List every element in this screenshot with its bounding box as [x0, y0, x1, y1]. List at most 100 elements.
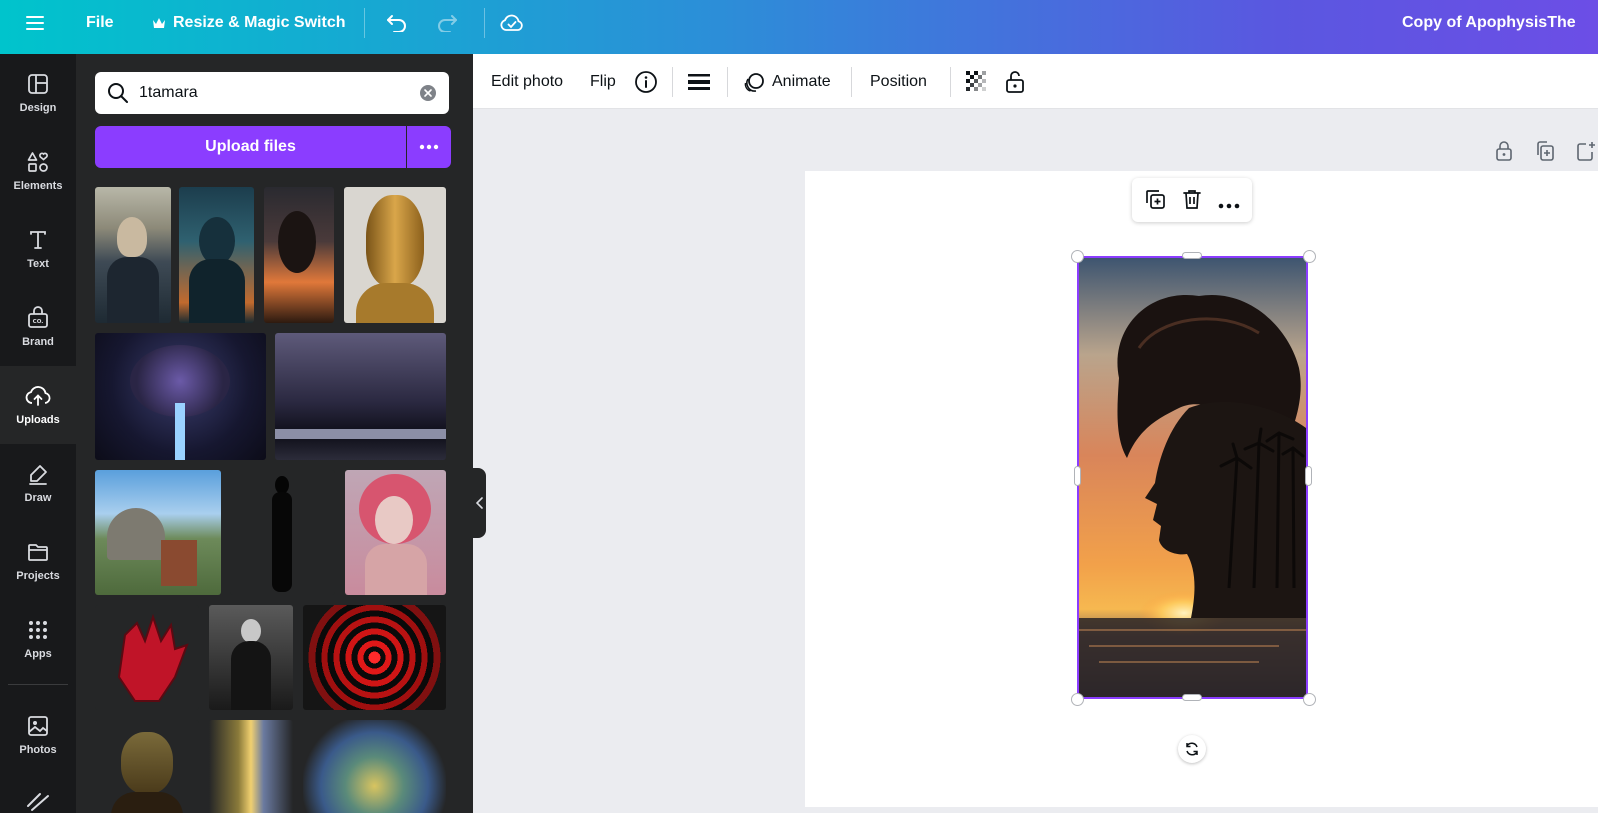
upload-thumbnail[interactable] — [275, 333, 446, 460]
upload-thumbnail[interactable] — [95, 605, 199, 710]
lock-button[interactable] — [1005, 54, 1025, 109]
upload-more-options-button[interactable] — [407, 126, 451, 168]
rail-item-photos[interactable]: Photos — [0, 696, 76, 774]
upload-thumbnail[interactable] — [303, 605, 446, 710]
upload-files-button[interactable]: Upload files — [95, 126, 406, 168]
collapse-panel-button[interactable] — [473, 468, 486, 538]
search-icon — [108, 83, 128, 103]
topbar-divider — [484, 8, 485, 38]
animate-label: Animate — [772, 72, 831, 90]
rail-item-label: Text — [27, 258, 49, 270]
file-menu-label: File — [86, 14, 114, 31]
upload-thumbnail[interactable] — [95, 470, 221, 595]
redo-icon — [438, 15, 457, 32]
upload-thumbnail[interactable] — [345, 470, 446, 595]
rail-item-apps[interactable]: Apps — [0, 600, 76, 678]
resize-handle-left[interactable] — [1074, 466, 1081, 486]
upload-thumbnail[interactable] — [344, 187, 446, 323]
main-menu-button[interactable] — [26, 0, 46, 46]
rail-item-elements[interactable]: Elements — [0, 132, 76, 210]
resize-handle-top[interactable] — [1182, 252, 1202, 259]
chevron-left-icon — [475, 497, 483, 509]
folder-icon — [28, 544, 48, 561]
rail-item-label: Photos — [19, 744, 57, 756]
resize-handle-bottom-left[interactable] — [1071, 693, 1084, 706]
rail-item-projects[interactable]: Projects — [0, 522, 76, 600]
edit-photo-button[interactable]: Edit photo — [491, 54, 563, 109]
upload-thumbnail[interactable] — [264, 187, 334, 323]
search-box[interactable]: 1tamara — [95, 72, 449, 114]
resize-magic-switch-label: Resize & Magic Switch — [173, 14, 346, 31]
elements-icon — [27, 152, 48, 172]
hamburger-icon — [26, 16, 44, 30]
upload-thumbnail[interactable] — [95, 187, 171, 323]
upload-thumbnail[interactable] — [209, 720, 293, 813]
file-menu-button[interactable]: File — [86, 0, 114, 46]
rail-item-design[interactable]: Design — [0, 54, 76, 132]
left-rail: Design Elements Text CO. Brand Uploads D… — [0, 54, 76, 813]
topbar-divider — [364, 8, 365, 38]
top-bar: File Resize & Magic Switch Copy of Apoph… — [0, 0, 1598, 54]
rail-item-label: Brand — [22, 336, 54, 348]
animate-button[interactable]: Animate — [743, 54, 831, 109]
rail-item-label: Elements — [13, 180, 63, 192]
photos-icon — [28, 716, 48, 736]
brand-icon: CO. — [28, 306, 48, 328]
info-button[interactable] — [634, 54, 658, 109]
draw-icon — [29, 465, 47, 485]
rail-item-draw[interactable]: Draw — [0, 444, 76, 522]
rail-item-brand[interactable]: CO. Brand — [0, 288, 76, 366]
resize-handle-top-left[interactable] — [1071, 250, 1084, 263]
rail-item-uploads[interactable]: Uploads — [0, 366, 76, 444]
redo-button[interactable] — [436, 0, 458, 46]
undo-button[interactable] — [386, 0, 408, 46]
design-icon — [28, 74, 48, 94]
resize-handle-bottom[interactable] — [1182, 694, 1202, 701]
crown-icon — [153, 18, 165, 28]
upload-cloud-icon — [25, 386, 51, 406]
rail-item-label: Uploads — [16, 414, 60, 426]
flip-button[interactable]: Flip — [590, 54, 616, 109]
lock-open-icon — [1006, 70, 1024, 93]
upload-thumbnail[interactable] — [95, 333, 266, 460]
search-input[interactable]: 1tamara — [139, 84, 198, 102]
rail-more-icon[interactable] — [26, 792, 50, 813]
upload-thumbnail[interactable] — [230, 470, 335, 595]
transparency-checker-icon — [966, 70, 986, 91]
duplicate-page-icon — [1537, 141, 1554, 161]
transparency-button[interactable] — [966, 54, 988, 109]
selected-photo[interactable] — [1077, 256, 1308, 699]
element-more-button[interactable] — [1218, 196, 1240, 214]
save-status-button[interactable] — [500, 0, 524, 46]
toolbar-divider — [851, 67, 852, 97]
rotate-handle[interactable] — [1178, 735, 1206, 763]
upload-thumbnail[interactable] — [209, 605, 293, 710]
rail-item-text[interactable]: Text — [0, 210, 76, 288]
resize-handle-right[interactable] — [1305, 466, 1312, 486]
more-horizontal-icon — [419, 144, 439, 150]
upload-thumbnail[interactable] — [303, 720, 446, 813]
text-icon — [30, 231, 46, 249]
resize-magic-switch-button[interactable]: Resize & Magic Switch — [152, 0, 346, 46]
rail-item-label: Projects — [16, 570, 60, 582]
clear-search-icon[interactable] — [419, 84, 437, 102]
rail-item-label: Draw — [24, 492, 52, 504]
more-horizontal-icon — [1218, 203, 1240, 209]
add-page-button[interactable] — [1576, 140, 1596, 167]
upload-thumbnail[interactable] — [95, 720, 199, 813]
duplicate-page-button[interactable] — [1535, 140, 1555, 167]
page-lock-button[interactable] — [1495, 140, 1513, 167]
animate-icon — [744, 72, 764, 92]
cloud-check-icon — [500, 14, 523, 31]
trash-icon — [1183, 190, 1201, 209]
rail-divider — [8, 684, 68, 685]
position-button[interactable]: Position — [870, 54, 927, 109]
resize-handle-top-right[interactable] — [1303, 250, 1316, 263]
duplicate-element-button[interactable] — [1144, 188, 1166, 215]
toolbar-divider — [672, 67, 673, 97]
delete-element-button[interactable] — [1181, 188, 1203, 215]
upload-thumbnail[interactable] — [179, 187, 254, 323]
resize-handle-bottom-right[interactable] — [1303, 693, 1316, 706]
document-title[interactable]: Copy of ApophysisThe — [1402, 0, 1598, 46]
border-style-button[interactable] — [688, 54, 710, 109]
